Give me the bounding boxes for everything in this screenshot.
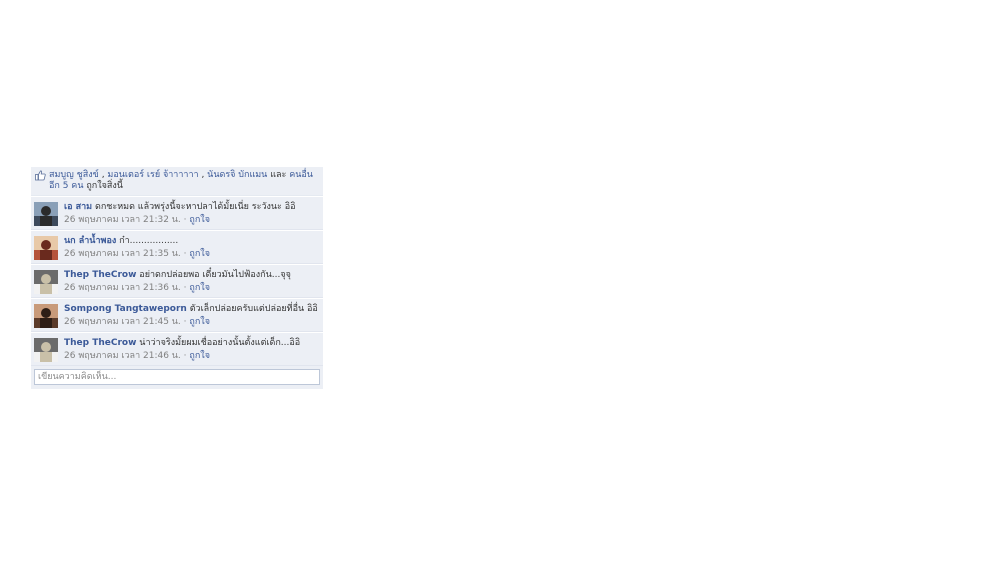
comment-text: ตัวเล็กปล่อยครับแต่ปล่อยที่อื่น อิอิ: [189, 304, 318, 314]
comment-panel: สมบูญ ชูสิงข์ , มอนเตอร์ เรย์ จ้าาาาาา ,…: [31, 167, 323, 389]
comment-timestamp[interactable]: 26 พฤษภาคม เวลา 21:36 น.: [64, 283, 181, 293]
like-link[interactable]: ถูกใจ: [189, 215, 210, 225]
comment-author[interactable]: นก ลำน้ำพอง: [64, 236, 116, 246]
comment-timestamp[interactable]: 26 พฤษภาคม เวลา 21:45 น.: [64, 317, 181, 327]
comment-list: เอ สาม ดกชะหมด แล้วพรุ่งนี้จะหาปลาได้มั้…: [31, 196, 323, 366]
comment-item: Sompong Tangtaweporn ตัวเล็กปล่อยครับแต่…: [31, 298, 323, 332]
likes-separator: ,: [198, 170, 208, 180]
comment-author[interactable]: เอ สาม: [64, 202, 92, 212]
avatar[interactable]: [34, 202, 58, 226]
comment-line: เอ สาม ดกชะหมด แล้วพรุ่งนี้จะหาปลาได้มั้…: [64, 201, 319, 213]
comment-body: เอ สาม ดกชะหมด แล้วพรุ่งนี้จะหาปลาได้มั้…: [64, 201, 319, 226]
comment-item: Thep TheCrow น่าว่าจริงมั้ยผมเชื่ออย่างน…: [31, 332, 323, 366]
avatar[interactable]: [34, 270, 58, 294]
like-link[interactable]: ถูกใจ: [189, 249, 210, 259]
comment-body: Thep TheCrow อย่าดกปล่อยพอ เดี๋ยวมันไปฟ้…: [64, 269, 319, 294]
comment-text: น่าว่าจริงมั้ยผมเชื่ออย่างนั้นตั้งแต่เด็…: [139, 338, 301, 348]
comment-body: Sompong Tangtaweporn ตัวเล็กปล่อยครับแต่…: [64, 303, 319, 328]
comment-author[interactable]: Thep TheCrow: [64, 270, 136, 280]
avatar[interactable]: [34, 338, 58, 362]
avatar[interactable]: [34, 304, 58, 328]
like-link[interactable]: ถูกใจ: [189, 283, 210, 293]
comment-line: Thep TheCrow อย่าดกปล่อยพอ เดี๋ยวมันไปฟ้…: [64, 269, 319, 281]
write-comment-row: [31, 366, 323, 389]
avatar[interactable]: [34, 236, 58, 260]
comment-item: เอ สาม ดกชะหมด แล้วพรุ่งนี้จะหาปลาได้มั้…: [31, 196, 323, 230]
comment-text: ก๋า.................: [119, 236, 179, 246]
liker-link-1[interactable]: สมบูญ ชูสิงข์: [49, 170, 99, 180]
like-link[interactable]: ถูกใจ: [189, 351, 210, 361]
likes-text: สมบูญ ชูสิงข์ , มอนเตอร์ เรย์ จ้าาาาาา ,…: [49, 170, 319, 192]
like-link[interactable]: ถูกใจ: [189, 317, 210, 327]
comment-timestamp[interactable]: 26 พฤษภาคม เวลา 21:46 น.: [64, 351, 181, 361]
comment-author[interactable]: Thep TheCrow: [64, 338, 136, 348]
likes-suffix: ถูกใจสิ่งนี้: [83, 181, 123, 191]
thumbs-up-icon: [35, 170, 46, 181]
comment-timestamp[interactable]: 26 พฤษภาคม เวลา 21:32 น.: [64, 215, 181, 225]
comment-line: Sompong Tangtaweporn ตัวเล็กปล่อยครับแต่…: [64, 303, 319, 315]
comment-line: Thep TheCrow น่าว่าจริงมั้ยผมเชื่ออย่างน…: [64, 337, 319, 349]
comment-timestamp[interactable]: 26 พฤษภาคม เวลา 21:35 น.: [64, 249, 181, 259]
comment-meta: 26 พฤษภาคม เวลา 21:32 น. · ถูกใจ: [64, 214, 319, 226]
liker-link-2[interactable]: มอนเตอร์ เรย์ จ้าาาาาา: [107, 170, 198, 180]
comment-text: อย่าดกปล่อยพอ เดี๋ยวมันไปฟ้องกัน...จุจุ: [139, 270, 291, 280]
comment-meta: 26 พฤษภาคม เวลา 21:36 น. · ถูกใจ: [64, 282, 319, 294]
liker-link-3[interactable]: นันดรจิ บักแมน: [207, 170, 267, 180]
comment-body: Thep TheCrow น่าว่าจริงมั้ยผมเชื่ออย่างน…: [64, 337, 319, 362]
likes-and: และ: [267, 170, 290, 180]
comment-meta: 26 พฤษภาคม เวลา 21:45 น. · ถูกใจ: [64, 316, 319, 328]
comment-meta: 26 พฤษภาคม เวลา 21:35 น. · ถูกใจ: [64, 248, 319, 260]
comment-meta: 26 พฤษภาคม เวลา 21:46 น. · ถูกใจ: [64, 350, 319, 362]
comment-input[interactable]: [34, 369, 320, 385]
likes-summary: สมบูญ ชูสิงข์ , มอนเตอร์ เรย์ จ้าาาาาา ,…: [31, 167, 323, 196]
comment-item: นก ลำน้ำพอง ก๋า................. 26 พฤษภา…: [31, 230, 323, 264]
comment-item: Thep TheCrow อย่าดกปล่อยพอ เดี๋ยวมันไปฟ้…: [31, 264, 323, 298]
comment-author[interactable]: Sompong Tangtaweporn: [64, 304, 187, 314]
comment-text: ดกชะหมด แล้วพรุ่งนี้จะหาปลาได้มั้ยเนี่ย …: [94, 202, 296, 212]
comment-body: นก ลำน้ำพอง ก๋า................. 26 พฤษภา…: [64, 235, 319, 260]
comment-line: นก ลำน้ำพอง ก๋า.................: [64, 235, 319, 247]
